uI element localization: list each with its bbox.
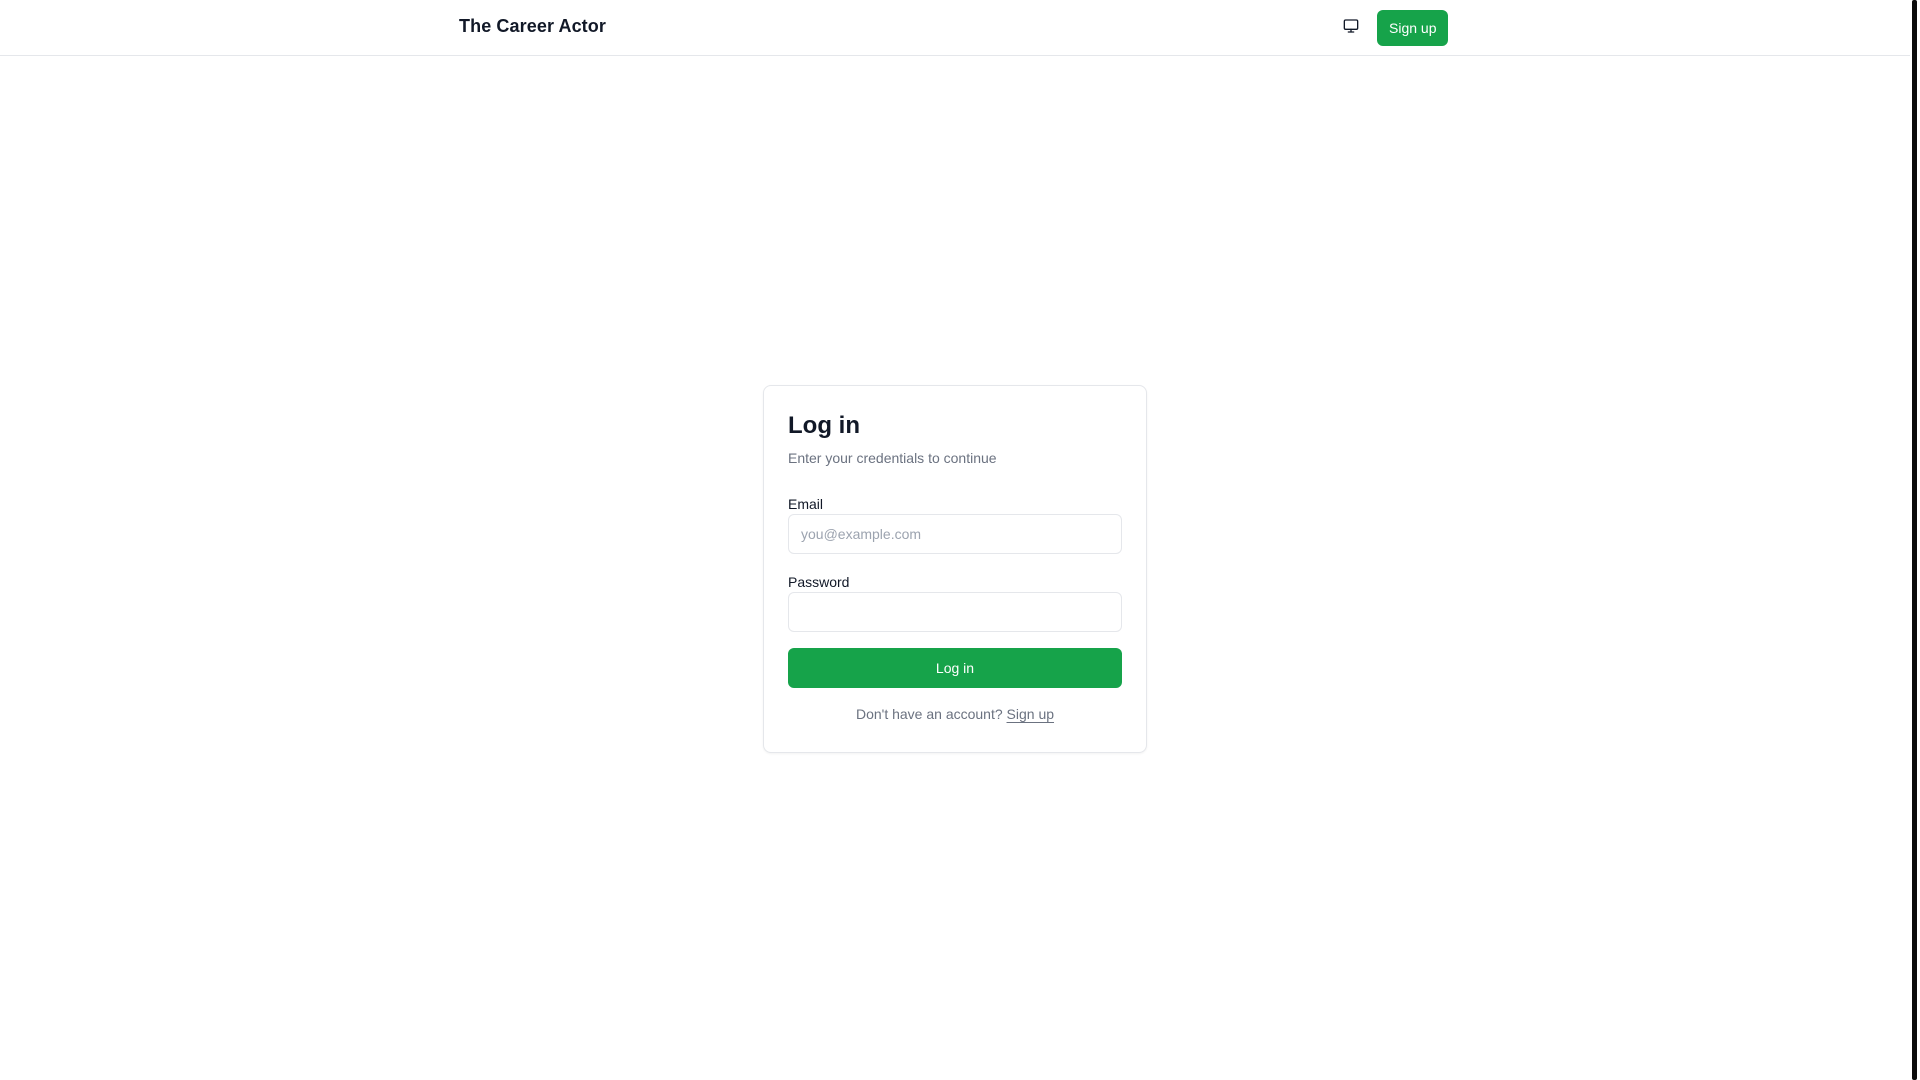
- login-title: Log in: [788, 412, 860, 439]
- signup-prompt: Don't have an account? Sign up: [788, 704, 1122, 724]
- top-navbar: The Career Actor Sign up: [0, 0, 1910, 56]
- email-label: Email: [788, 496, 824, 512]
- login-subtitle: Enter your credentials to continue: [788, 450, 997, 466]
- theme-toggle-button[interactable]: [1337, 14, 1365, 42]
- signup-link[interactable]: Sign up: [1007, 706, 1054, 722]
- login-submit-button[interactable]: Log in: [788, 648, 1122, 688]
- page: The Career Actor Sign up Log in Enter yo…: [0, 0, 1910, 1080]
- vertical-scrollbar[interactable]: [1910, 0, 1920, 1080]
- monitor-icon: [1343, 18, 1359, 39]
- email-input[interactable]: [788, 514, 1122, 554]
- no-account-text: Don't have an account?: [855, 706, 1007, 722]
- header-signup-button[interactable]: Sign up: [1377, 10, 1449, 46]
- login-card: Log in Enter your credentials to continu…: [763, 385, 1147, 753]
- scrollbar-thumb[interactable]: [1912, 0, 1917, 1080]
- brand-title[interactable]: The Career Actor: [459, 16, 606, 37]
- password-input[interactable]: [788, 592, 1122, 632]
- password-label: Password: [788, 574, 850, 590]
